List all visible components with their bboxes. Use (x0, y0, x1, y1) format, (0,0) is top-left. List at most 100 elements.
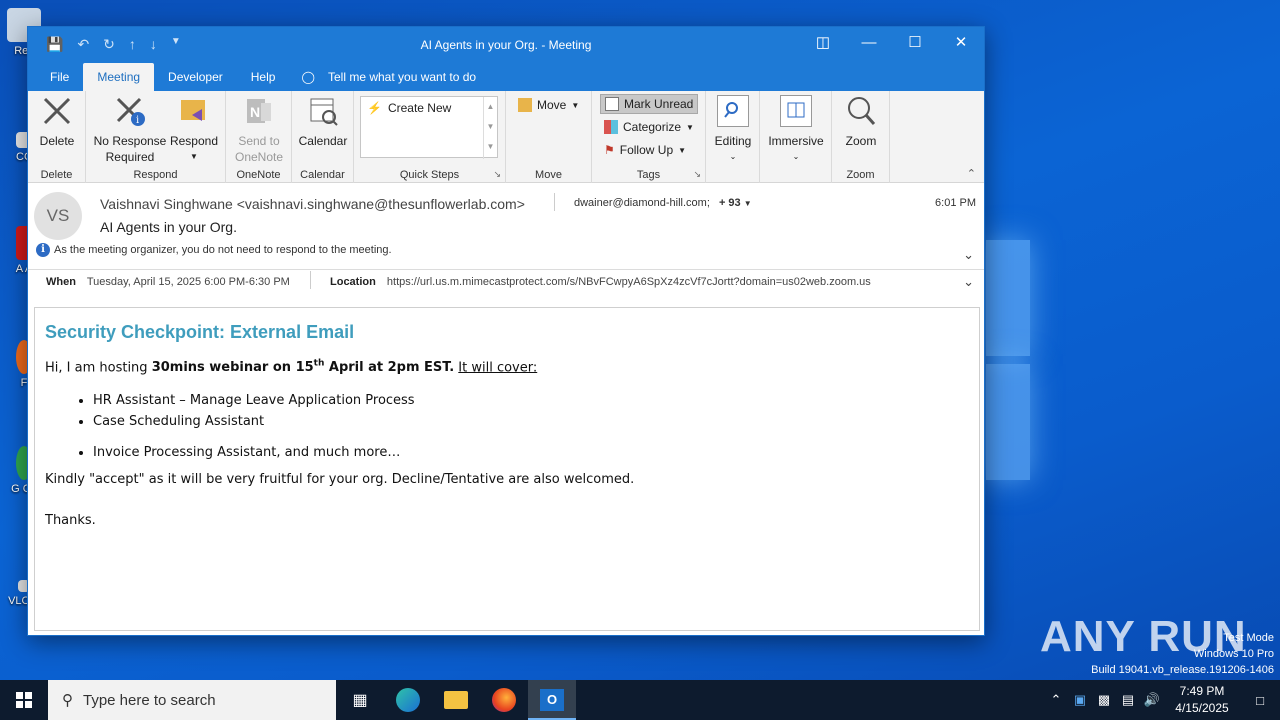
editing-button[interactable]: Editing ⌄ (708, 95, 758, 165)
respond-button[interactable]: Respond ▼ (168, 95, 220, 165)
list-item: Invoice Processing Assistant, and much m… (93, 445, 969, 460)
expand-notice-chevron-icon[interactable]: ⌄ (963, 247, 974, 263)
sender[interactable]: Vaishnavi Singhwane <vaishnavi.singhwane… (100, 196, 525, 212)
avatar[interactable]: VS (34, 192, 82, 240)
start-button[interactable] (0, 680, 48, 720)
more-recipients[interactable]: + 93 (719, 197, 741, 209)
categorize-label: Categorize (623, 120, 682, 134)
categorize-button[interactable]: Categorize ▼ (600, 117, 698, 137)
dialog-launcher-icon[interactable]: ↘ (493, 169, 501, 180)
tab-help[interactable]: Help (237, 63, 290, 91)
delete-x-icon (41, 95, 73, 127)
svg-text:N: N (250, 104, 260, 120)
recipients-dropdown-icon[interactable]: ▼ (744, 199, 752, 208)
taskbar-edge[interactable] (384, 680, 432, 720)
flag-icon: ⚑ (604, 143, 615, 157)
editing-dropdown-icon: ⌄ (729, 152, 737, 161)
folder-icon (444, 691, 468, 709)
follow-up-dropdown-icon: ▼ (678, 145, 687, 155)
group-tags: Mark Unread Categorize ▼ ⚑ Follow Up ▼ T… (592, 91, 706, 183)
zoom-button[interactable]: Zoom (836, 95, 886, 149)
calendar-button[interactable]: Calendar (296, 95, 350, 149)
meeting-when: When Tuesday, April 15, 2025 6:00 PM-6:3… (46, 276, 290, 288)
intro-bold: 30mins webinar on 15th April at 2pm EST. (151, 359, 455, 376)
find-icon (717, 95, 749, 127)
list-item: HR Assistant – Manage Leave Application … (93, 393, 969, 408)
intro-bold-text: 30mins webinar on 15 (151, 360, 314, 376)
group-calendar: Calendar Calendar (292, 91, 354, 183)
maximize-button[interactable]: ☐ (892, 27, 938, 61)
tab-meeting[interactable]: Meeting (83, 63, 155, 91)
taskbar-outlook[interactable]: O (528, 680, 576, 720)
group-label: Zoom (846, 169, 875, 181)
firefox-icon (492, 688, 516, 712)
group-label: Calendar (300, 169, 345, 181)
windows-start-icon (16, 692, 32, 708)
intro-bold-text: April at 2pm EST. (324, 360, 455, 376)
device-icon[interactable]: ▩ (1092, 692, 1116, 708)
immersive-dropdown-icon: ⌄ (792, 152, 800, 161)
when-label: When (46, 276, 76, 288)
group-editing: Editing ⌄ (706, 91, 760, 183)
recipient-email[interactable]: dwainer@diamond-hill.com; (574, 197, 710, 209)
taskbar-firefox[interactable] (480, 680, 528, 720)
no-response-required-button[interactable]: i No Response Required (90, 95, 170, 165)
close-button[interactable]: ✕ (938, 27, 984, 61)
group-delete: Delete Delete (28, 91, 86, 183)
notifications-icon[interactable]: □ (1240, 693, 1280, 708)
location-value[interactable]: https://url.us.m.mimecastprotect.com/s/N… (387, 276, 871, 288)
delete-button[interactable]: Delete (32, 95, 82, 149)
quick-steps-scrollbar[interactable]: ▲ ▼ ▼ (483, 97, 497, 159)
expand-details-chevron-icon[interactable]: ⌄ (963, 274, 974, 290)
organizer-notice: i As the meeting organizer, you do not n… (36, 243, 392, 257)
follow-up-button[interactable]: ⚑ Follow Up ▼ (600, 140, 690, 160)
taskbar-file-explorer[interactable] (432, 680, 480, 720)
message-subject: AI Agents in your Org. (100, 219, 237, 235)
show-hidden-icons-icon[interactable]: ⌃ (1044, 692, 1068, 708)
quick-steps-gallery: ⚡ Create New ▲ ▼ ▼ (360, 96, 498, 159)
tab-file[interactable]: File (36, 63, 83, 91)
message-body[interactable]: Security Checkpoint: External Email Hi, … (34, 307, 980, 631)
respond-label: Respond (169, 134, 219, 148)
clock[interactable]: 7:49 PM 4/15/2025 (1164, 683, 1240, 717)
group-label: Respond (133, 169, 178, 181)
minimize-button[interactable]: — (846, 27, 892, 61)
intro-underline: It will cover: (458, 360, 538, 376)
taskbar-search[interactable]: ⚲ Type here to search (48, 680, 336, 720)
location-label: Location (330, 276, 376, 288)
title-bar[interactable]: 💾 ↶ ↻ ↑ ↓ ▼ AI Agents in your Org. - Mee… (28, 27, 984, 61)
volume-icon[interactable]: 🔊 (1140, 692, 1164, 708)
move-button[interactable]: Move ▼ (514, 95, 583, 115)
dialog-launcher-icon[interactable]: ↘ (693, 169, 701, 180)
intro-paragraph: Hi, I am hosting 30mins webinar on 15th … (45, 359, 969, 375)
tab-developer[interactable]: Developer (154, 63, 237, 91)
folder-icon (518, 98, 532, 112)
edge-icon (396, 688, 420, 712)
group-respond: i No Response Required Respond ▼ Respond (86, 91, 226, 183)
task-view-button[interactable]: ▦ (336, 680, 384, 720)
signoff: Thanks. (45, 513, 96, 529)
send-to-onenote-button[interactable]: N Send to OneNote (232, 95, 286, 165)
mark-unread-label: Mark Unread (624, 97, 694, 111)
outlook-tray-icon[interactable]: ▣ (1068, 692, 1092, 708)
meeting-location: Location https://url.us.m.mimecastprotec… (330, 276, 871, 288)
tell-me-text: Tell me what you want to do (328, 70, 477, 84)
intro-superscript: th (313, 359, 325, 369)
tell-me-box[interactable]: ◯ Tell me what you want to do (289, 63, 476, 91)
group-label: Quick Steps (399, 169, 460, 181)
divider (28, 269, 984, 270)
immersive-button[interactable]: Immersive ⌄ (764, 95, 828, 165)
info-icon: i (36, 243, 50, 257)
network-icon[interactable]: ▤ (1116, 692, 1140, 708)
collapse-ribbon-icon[interactable]: ⌃ (967, 167, 976, 180)
recipients[interactable]: dwainer@diamond-hill.com; + 93 ▼ (574, 197, 752, 209)
lightbulb-icon: ◯ (301, 70, 315, 84)
quick-step-create-new[interactable]: ⚡ Create New (361, 97, 497, 119)
search-icon: ⚲ (62, 692, 73, 709)
envelope-icon (605, 97, 619, 111)
onenote-label: Send to OneNote (234, 134, 284, 164)
mark-unread-button[interactable]: Mark Unread (600, 94, 699, 114)
ribbon: Delete Delete i No Response Required Res… (28, 91, 984, 183)
group-label: Move (535, 169, 562, 181)
ribbon-display-options-icon[interactable]: ◫ (800, 27, 846, 61)
